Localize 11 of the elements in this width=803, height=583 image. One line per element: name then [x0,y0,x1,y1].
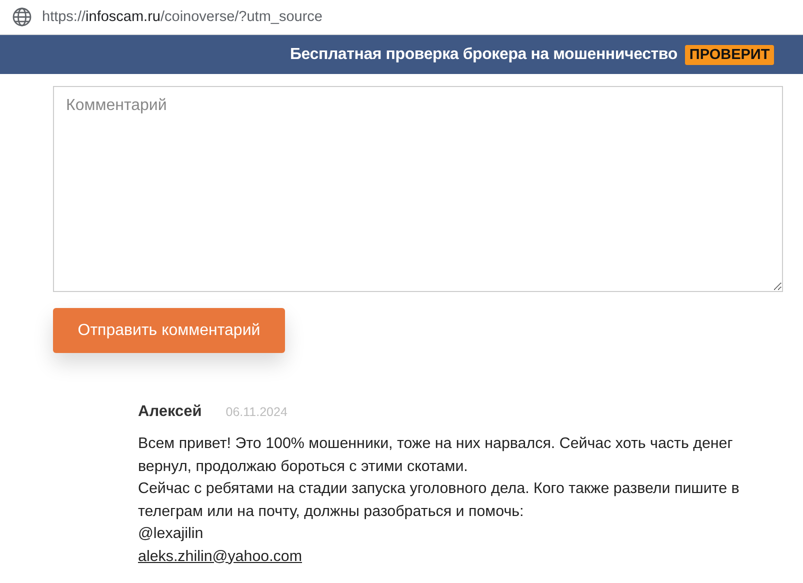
check-button[interactable]: ПРОВЕРИТ [685,44,774,64]
globe-icon [12,7,32,27]
comment-text: Всем привет! Это 100% мошенники, тоже на них нарвался. Сейчас хоть часть денег вернул, продолжаю бороться с этими скотами. [138,434,734,476]
comment-text: @lexajilin [138,524,204,544]
address-url[interactable]: https://infoscam.ru/coinoverse/?utm_source [42,9,322,25]
comment-text: Сейчас с ребятами на стадии запуска уголовного дела. Кого также развели пишите в телеграм или на почту, должны разобраться и помочь: [138,479,740,522]
banner-text: Бесплатная проверка брокера на мошенничество [290,46,678,64]
comment-author: Алексей [138,403,202,421]
comment-field[interactable]: Комментарий [53,86,783,292]
email-link[interactable]: aleks.zhilin@yahoo.com [138,546,302,568]
comment-date: 06.11.2024 [226,405,288,419]
